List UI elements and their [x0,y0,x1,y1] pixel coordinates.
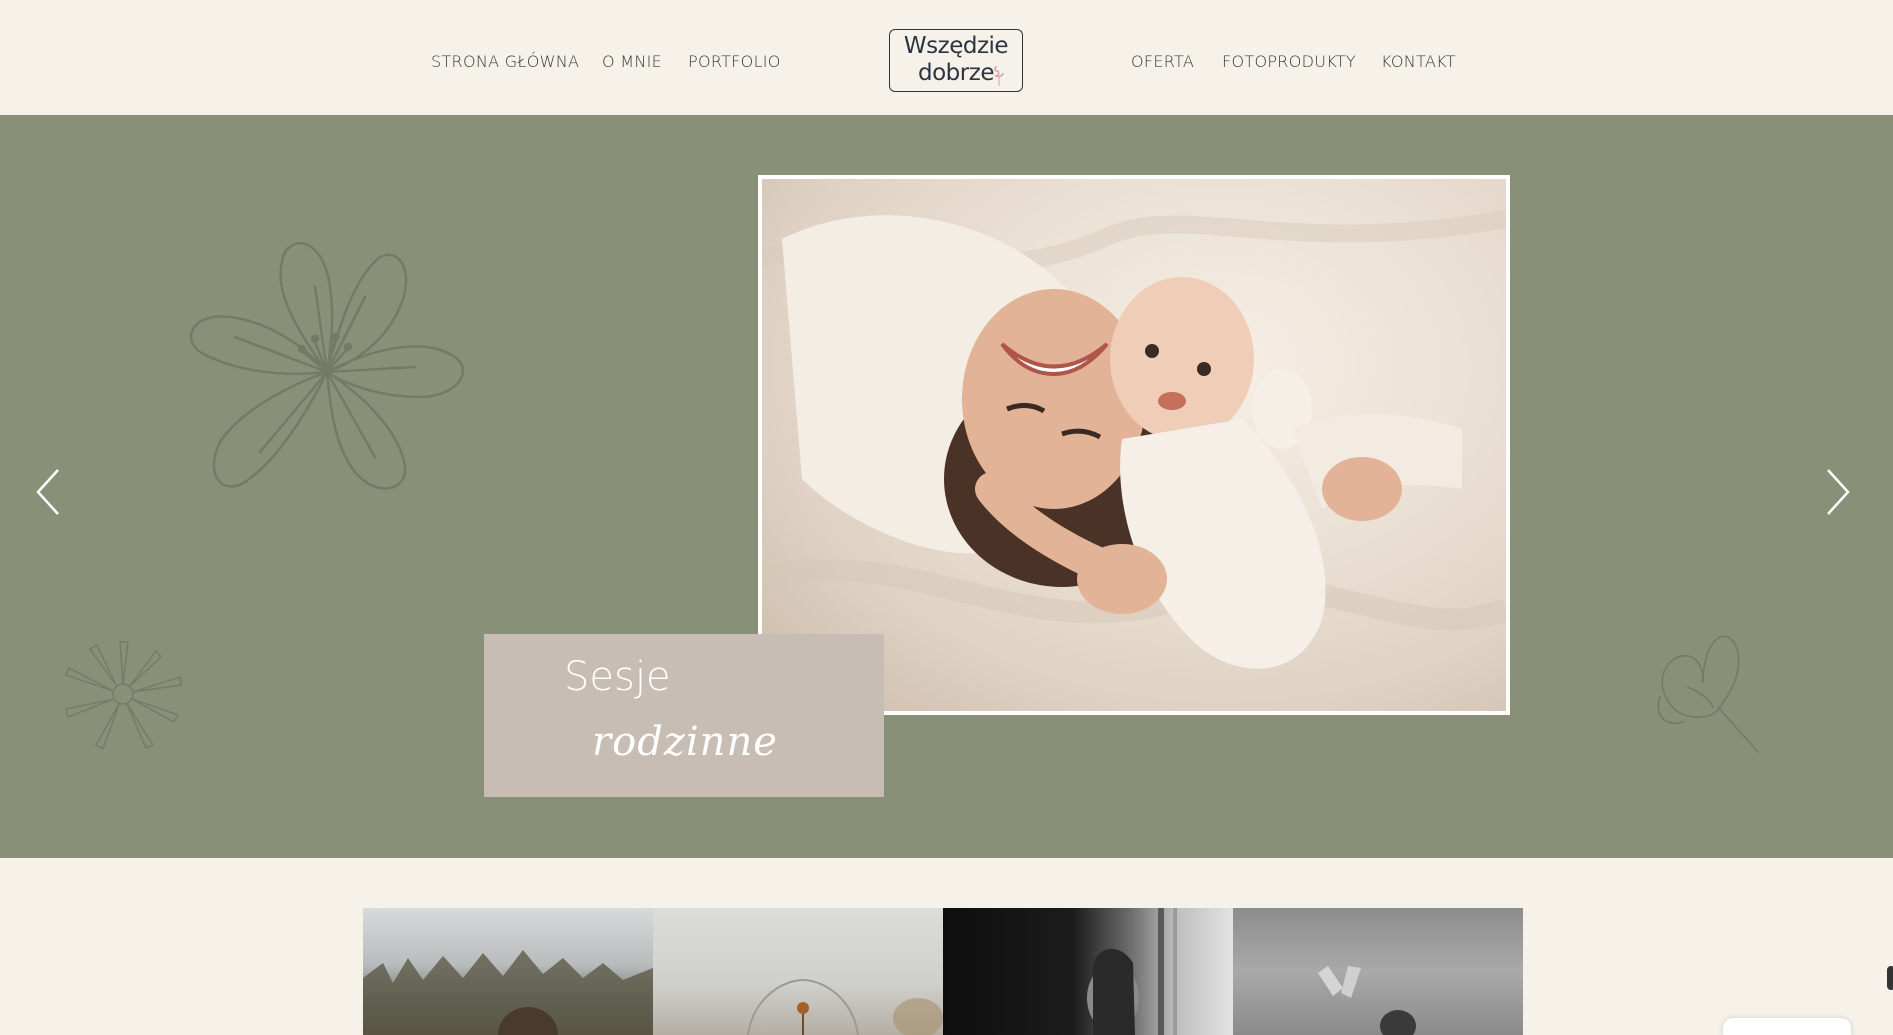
gallery-photo-3[interactable] [943,908,1233,1035]
nav-link-photoproducts[interactable]: FOTOPRODUKTY [1222,52,1356,71]
nav-link-portfolio[interactable]: PORTFOLIO [688,52,781,71]
nav-link-contact[interactable]: KONTAKT [1381,52,1456,71]
nav-link-home[interactable]: STRONA GŁÓWNA [431,52,579,71]
hero-caption-title: Sesje [564,654,671,700]
gallery-photo-2[interactable] [653,908,943,1035]
nav-link-about[interactable]: O MNIE [602,52,662,71]
hero-caption-script: rodzinne [592,719,778,765]
flamingo-icon [993,66,1004,86]
site-header: STRONA GŁÓWNA O MNIE PORTFOLIO Wszędzie … [0,0,1893,115]
lily-flower-illustration [189,241,465,490]
site-logo[interactable]: Wszędzie dobrze [889,29,1023,92]
gallery-photo-1[interactable] [363,908,653,1035]
hero-slideshow: Sesje rodzinne [0,115,1893,858]
chevron-left-icon[interactable] [33,467,63,517]
chat-widget-tab[interactable] [1723,1018,1851,1035]
hero-caption-box: Sesje rodzinne [484,634,884,797]
hero-photo-mother-and-baby[interactable] [762,179,1506,711]
logo-text-line-1: Wszędzie [903,33,1009,59]
portfolio-gallery-strip [363,908,1523,1035]
scroll-indicator[interactable] [1887,966,1893,990]
daisy-flower-illustration [65,641,182,751]
chevron-right-icon[interactable] [1823,467,1853,517]
poppy-flower-illustration [1657,635,1759,753]
gallery-photo-4[interactable] [1233,908,1523,1035]
nav-link-offer[interactable]: OFERTA [1131,52,1194,71]
